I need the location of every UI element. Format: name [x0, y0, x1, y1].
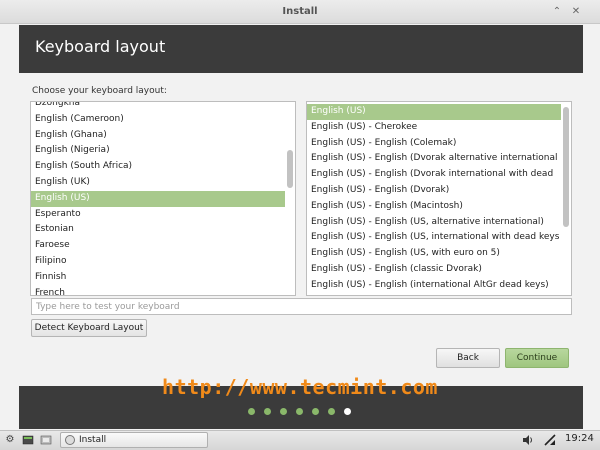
- variant-list-scrollbar[interactable]: [563, 104, 569, 293]
- layout-list-item[interactable]: Filipino: [31, 254, 285, 270]
- taskbar-task-install[interactable]: Install: [60, 432, 208, 448]
- variant-list-item[interactable]: English (US): [307, 104, 561, 120]
- progress-dot: [280, 408, 287, 415]
- back-button[interactable]: Back: [436, 348, 500, 368]
- files-icon[interactable]: [40, 434, 52, 446]
- variant-list-item[interactable]: English (US) - English (Dvorak): [307, 183, 561, 199]
- progress-dot: [328, 408, 335, 415]
- page-header: Keyboard layout: [19, 25, 583, 73]
- layout-list-item[interactable]: Dzongkha: [31, 102, 285, 112]
- progress-dot: [264, 408, 271, 415]
- variant-list-item[interactable]: English (US) - Cherokee: [307, 120, 561, 136]
- page-title: Keyboard layout: [35, 37, 166, 56]
- layout-list-scrollbar[interactable]: [287, 104, 293, 293]
- layout-list-item[interactable]: English (Cameroon): [31, 112, 285, 128]
- detect-keyboard-layout-button[interactable]: Detect Keyboard Layout: [31, 319, 147, 337]
- progress-dots: [248, 408, 351, 415]
- keyboard-test-input[interactable]: [31, 298, 572, 315]
- variant-list[interactable]: English (US) English (US) - Cherokee Engli…: [306, 101, 572, 296]
- minimize-icon[interactable]: ⌃: [551, 6, 563, 18]
- progress-dot: [312, 408, 319, 415]
- variant-list-item[interactable]: English (US) - English (Dvorak alternati…: [307, 151, 561, 167]
- variant-list-item[interactable]: English (US) - English (US, alternative …: [307, 215, 561, 231]
- progress-dot: [296, 408, 303, 415]
- installer-icon: [65, 435, 75, 445]
- volume-icon[interactable]: [522, 434, 534, 446]
- layout-list-item[interactable]: English (US): [31, 190, 285, 207]
- layout-list[interactable]: Dzongkha English (Cameroon) English (Ghana…: [30, 101, 296, 296]
- terminal-icon[interactable]: [22, 434, 34, 446]
- settings-icon[interactable]: ⚙: [4, 434, 16, 446]
- layout-list-item[interactable]: Faroese: [31, 238, 285, 254]
- taskbar-task-label: Install: [79, 435, 107, 445]
- layout-list-item[interactable]: English (Nigeria): [31, 143, 285, 159]
- layout-list-item[interactable]: French: [31, 286, 285, 295]
- layout-list-item[interactable]: English (UK): [31, 175, 285, 191]
- variant-list-item[interactable]: English (US) - English (international Al…: [307, 278, 561, 294]
- progress-dot: [248, 408, 255, 415]
- window-titlebar[interactable]: Install ⌃ ✕: [0, 0, 600, 24]
- watermark: http://www.tecmint.com: [162, 375, 438, 399]
- layout-list-item[interactable]: Finnish: [31, 270, 285, 286]
- continue-button[interactable]: Continue: [505, 348, 569, 368]
- layout-prompt-label: Choose your keyboard layout:: [32, 86, 167, 96]
- variant-list-item[interactable]: English (US) - English (Dvorak internati…: [307, 167, 561, 183]
- variant-list-item[interactable]: English (US) - English (US, with euro on…: [307, 246, 561, 262]
- variant-list-item[interactable]: English (US) - English (Macintosh): [307, 199, 561, 215]
- layout-list-item[interactable]: English (South Africa): [31, 159, 285, 175]
- progress-dot: [344, 408, 351, 415]
- layout-list-item[interactable]: Esperanto: [31, 207, 285, 223]
- layout-list-item[interactable]: Estonian: [31, 222, 285, 238]
- variant-list-item[interactable]: English (US) - English (classic Dvorak): [307, 262, 561, 278]
- window-title: Install: [282, 6, 318, 17]
- clock: 19:24: [565, 433, 594, 444]
- network-icon[interactable]: [544, 434, 556, 446]
- variant-list-item[interactable]: English (US) - English (US, internationa…: [307, 230, 561, 246]
- layout-list-scroll-thumb[interactable]: [287, 150, 293, 188]
- variant-list-scroll-thumb[interactable]: [563, 107, 569, 227]
- close-icon[interactable]: ✕: [570, 6, 582, 18]
- layout-list-item[interactable]: English (Ghana): [31, 128, 285, 144]
- variant-list-item[interactable]: English (US) - English (Colemak): [307, 136, 561, 152]
